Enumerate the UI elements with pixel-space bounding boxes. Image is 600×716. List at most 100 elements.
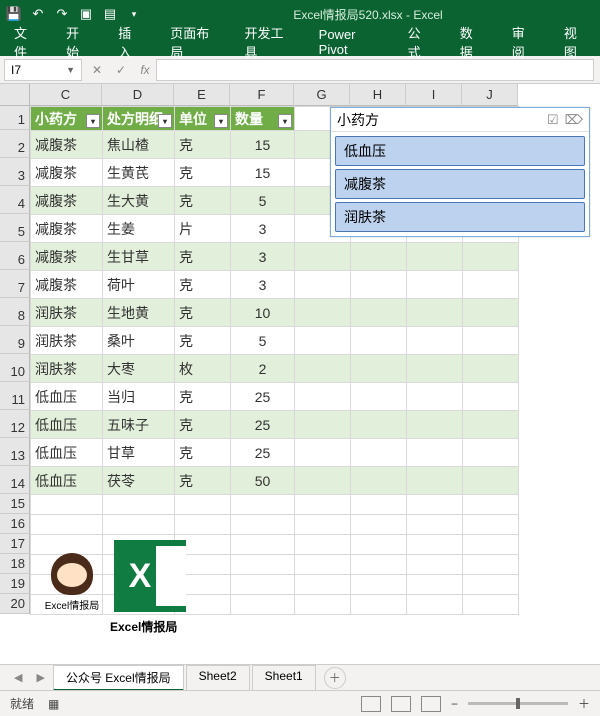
cell[interactable]	[231, 515, 295, 535]
row-header[interactable]: 4	[0, 186, 30, 214]
table-cell[interactable]: 低血压	[31, 467, 103, 495]
sheet-tab[interactable]: 公众号 Excel情报局	[53, 665, 184, 691]
cell[interactable]	[463, 411, 519, 439]
zoom-out-icon[interactable]: −	[451, 697, 458, 711]
slicer-item[interactable]: 减腹茶	[335, 169, 585, 199]
cell[interactable]	[407, 355, 463, 383]
table-cell[interactable]: 克	[175, 411, 231, 439]
filter-dropdown-icon[interactable]: ▾	[86, 114, 100, 128]
table-cell[interactable]: 生地黄	[103, 299, 175, 327]
table-cell[interactable]: 3	[231, 243, 295, 271]
column-header[interactable]: J	[462, 84, 518, 106]
table-cell[interactable]: 枚	[175, 355, 231, 383]
cell[interactable]	[295, 515, 351, 535]
chevron-down-icon[interactable]: ▼	[66, 65, 75, 75]
row-header[interactable]: 14	[0, 466, 30, 494]
table-cell[interactable]: 减腹茶	[31, 243, 103, 271]
clear-filter-icon[interactable]: ⌦	[565, 112, 583, 128]
table-cell[interactable]: 生黄芪	[103, 159, 175, 187]
zoom-in-icon[interactable]: ＋	[578, 695, 590, 712]
cell[interactable]	[407, 535, 463, 555]
cell[interactable]	[407, 515, 463, 535]
ribbon-tab[interactable]: 插入	[112, 19, 146, 65]
filter-dropdown-icon[interactable]: ▾	[158, 114, 172, 128]
column-header[interactable]: F	[230, 84, 294, 106]
cell[interactable]	[351, 383, 407, 411]
table-cell[interactable]: 3	[231, 271, 295, 299]
cell[interactable]	[295, 555, 351, 575]
table-cell[interactable]: 片	[175, 215, 231, 243]
macro-icon[interactable]: ▦	[48, 697, 59, 711]
table-cell[interactable]: 低血压	[31, 439, 103, 467]
filter-dropdown-icon[interactable]: ▾	[278, 114, 292, 128]
ribbon-tab[interactable]: Power Pivot	[313, 23, 384, 61]
cell[interactable]	[407, 271, 463, 299]
cell[interactable]	[463, 515, 519, 535]
cell[interactable]	[407, 439, 463, 467]
slicer-item[interactable]: 低血压	[335, 136, 585, 166]
table-cell[interactable]: 克	[175, 467, 231, 495]
table-cell[interactable]: 克	[175, 243, 231, 271]
cell[interactable]	[231, 535, 295, 555]
table-cell[interactable]: 25	[231, 411, 295, 439]
name-box[interactable]: I7 ▼	[4, 59, 82, 81]
cell[interactable]	[295, 595, 351, 615]
cell[interactable]	[407, 411, 463, 439]
cell[interactable]	[407, 243, 463, 271]
column-header[interactable]: E	[174, 84, 230, 106]
row-header[interactable]: 10	[0, 354, 30, 382]
table-cell[interactable]: 生甘草	[103, 243, 175, 271]
cell[interactable]	[295, 535, 351, 555]
slicer-panel[interactable]: 小药方 ☑ ⌦ 低血压减腹茶润肤茶	[330, 107, 590, 237]
table-cell[interactable]: 低血压	[31, 411, 103, 439]
cell[interactable]	[351, 555, 407, 575]
cell[interactable]	[407, 383, 463, 411]
cell[interactable]	[231, 575, 295, 595]
row-header[interactable]: 12	[0, 410, 30, 438]
cell[interactable]	[463, 355, 519, 383]
table-cell[interactable]: 减腹茶	[31, 159, 103, 187]
table-cell[interactable]: 减腹茶	[31, 271, 103, 299]
cell[interactable]	[295, 355, 351, 383]
row-header[interactable]: 15	[0, 494, 30, 514]
zoom-slider[interactable]	[468, 702, 568, 705]
cell[interactable]	[295, 467, 351, 495]
table-cell[interactable]: 甘草	[103, 439, 175, 467]
sheet-nav-next-icon[interactable]: ▶	[30, 671, 50, 684]
row-header[interactable]: 20	[0, 594, 30, 614]
column-header[interactable]: H	[350, 84, 406, 106]
cell[interactable]	[231, 555, 295, 575]
cell[interactable]	[175, 495, 231, 515]
cell[interactable]	[295, 383, 351, 411]
row-header[interactable]: 19	[0, 574, 30, 594]
cell[interactable]	[351, 515, 407, 535]
cell[interactable]	[295, 327, 351, 355]
table-cell[interactable]: 减腹茶	[31, 215, 103, 243]
fx-icon[interactable]: fx	[136, 63, 154, 77]
table-cell[interactable]: 五味子	[103, 411, 175, 439]
table-header-cell[interactable]: 处方明细▾	[103, 107, 175, 131]
table-cell[interactable]: 润肤茶	[31, 327, 103, 355]
table-cell[interactable]: 2	[231, 355, 295, 383]
column-header[interactable]: I	[406, 84, 462, 106]
cell[interactable]	[463, 575, 519, 595]
row-header[interactable]: 9	[0, 326, 30, 354]
cell[interactable]	[231, 495, 295, 515]
table-cell[interactable]: 茯苓	[103, 467, 175, 495]
cell[interactable]	[407, 299, 463, 327]
table-cell[interactable]: 25	[231, 439, 295, 467]
sheet-tab[interactable]: Sheet2	[186, 665, 250, 691]
cell[interactable]	[463, 299, 519, 327]
select-all-corner[interactable]	[0, 84, 30, 106]
cell[interactable]	[351, 327, 407, 355]
table-cell[interactable]: 5	[231, 187, 295, 215]
cell[interactable]	[463, 595, 519, 615]
column-header[interactable]: C	[30, 84, 102, 106]
cell[interactable]	[351, 535, 407, 555]
table-cell[interactable]: 15	[231, 131, 295, 159]
cell[interactable]	[463, 495, 519, 515]
row-header[interactable]: 13	[0, 438, 30, 466]
table-cell[interactable]: 25	[231, 383, 295, 411]
cell[interactable]	[463, 383, 519, 411]
page-layout-view-icon[interactable]	[391, 696, 411, 712]
